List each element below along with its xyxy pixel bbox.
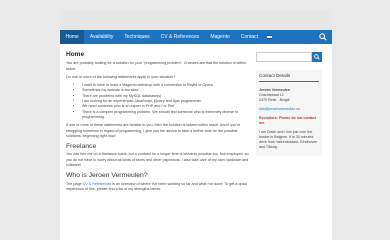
recruiter-notice: Recruiters: Please do not contact me.	[259, 116, 317, 125]
search-icon	[314, 54, 320, 60]
sidebar: Contact Details Jeroen Vermeulen Grachts…	[252, 44, 326, 195]
search-input[interactable]	[256, 52, 312, 62]
page-title: Home	[66, 51, 85, 58]
main-navigation: Home Availability Techniques CV & Refere…	[60, 30, 332, 44]
site-header	[60, 10, 332, 30]
after-list-paragraph: If one or more of these statements are f…	[66, 123, 241, 138]
location-text: I am Dutch and I live just over the bord…	[259, 130, 318, 149]
who-text-pre: The page	[66, 181, 83, 186]
who-heading: Who is Jeroen Vermeulen?	[66, 172, 148, 180]
who-paragraph: The page CV & References is an overview …	[66, 182, 252, 193]
main-content: Home You are probably looking for a solu…	[60, 44, 252, 195]
freelance-heading: Freelance	[66, 143, 97, 151]
sidebar-search	[256, 52, 322, 62]
cv-references-link[interactable]: CV & References	[83, 182, 112, 186]
nav-item-techniques[interactable]: Techniques	[119, 30, 155, 44]
question-paragraph: Do one or more of the following statemen…	[66, 74, 176, 79]
dutch-flag-icon[interactable]	[266, 35, 272, 39]
nav-item-contact[interactable]: Contact	[235, 30, 263, 44]
contact-widget: Contact Details Jeroen Vermeulen Grachts…	[256, 70, 322, 156]
site-container: Home Availability Techniques CV & Refere…	[60, 10, 332, 240]
freelance-paragraph: You can hire me on a freelance basis, bu…	[66, 152, 249, 168]
content-area: Home You are probably looking for a solu…	[60, 44, 332, 195]
search-icon[interactable]	[319, 33, 327, 41]
nav-item-availability[interactable]: Availability	[84, 30, 119, 44]
search-button[interactable]	[312, 52, 322, 62]
statements-list: I want to have or build a Magento websho…	[66, 83, 252, 120]
intro-paragraph: You are probably looking for a solution …	[66, 61, 246, 71]
nav-item-magento[interactable]: Magento	[205, 30, 235, 44]
list-item: There is a complex programming problem. …	[82, 110, 252, 121]
widget-title: Contact Details	[259, 73, 319, 82]
nav-item-home[interactable]: Home	[60, 30, 85, 44]
nav-item-cv-references[interactable]: CV & References	[155, 30, 205, 44]
